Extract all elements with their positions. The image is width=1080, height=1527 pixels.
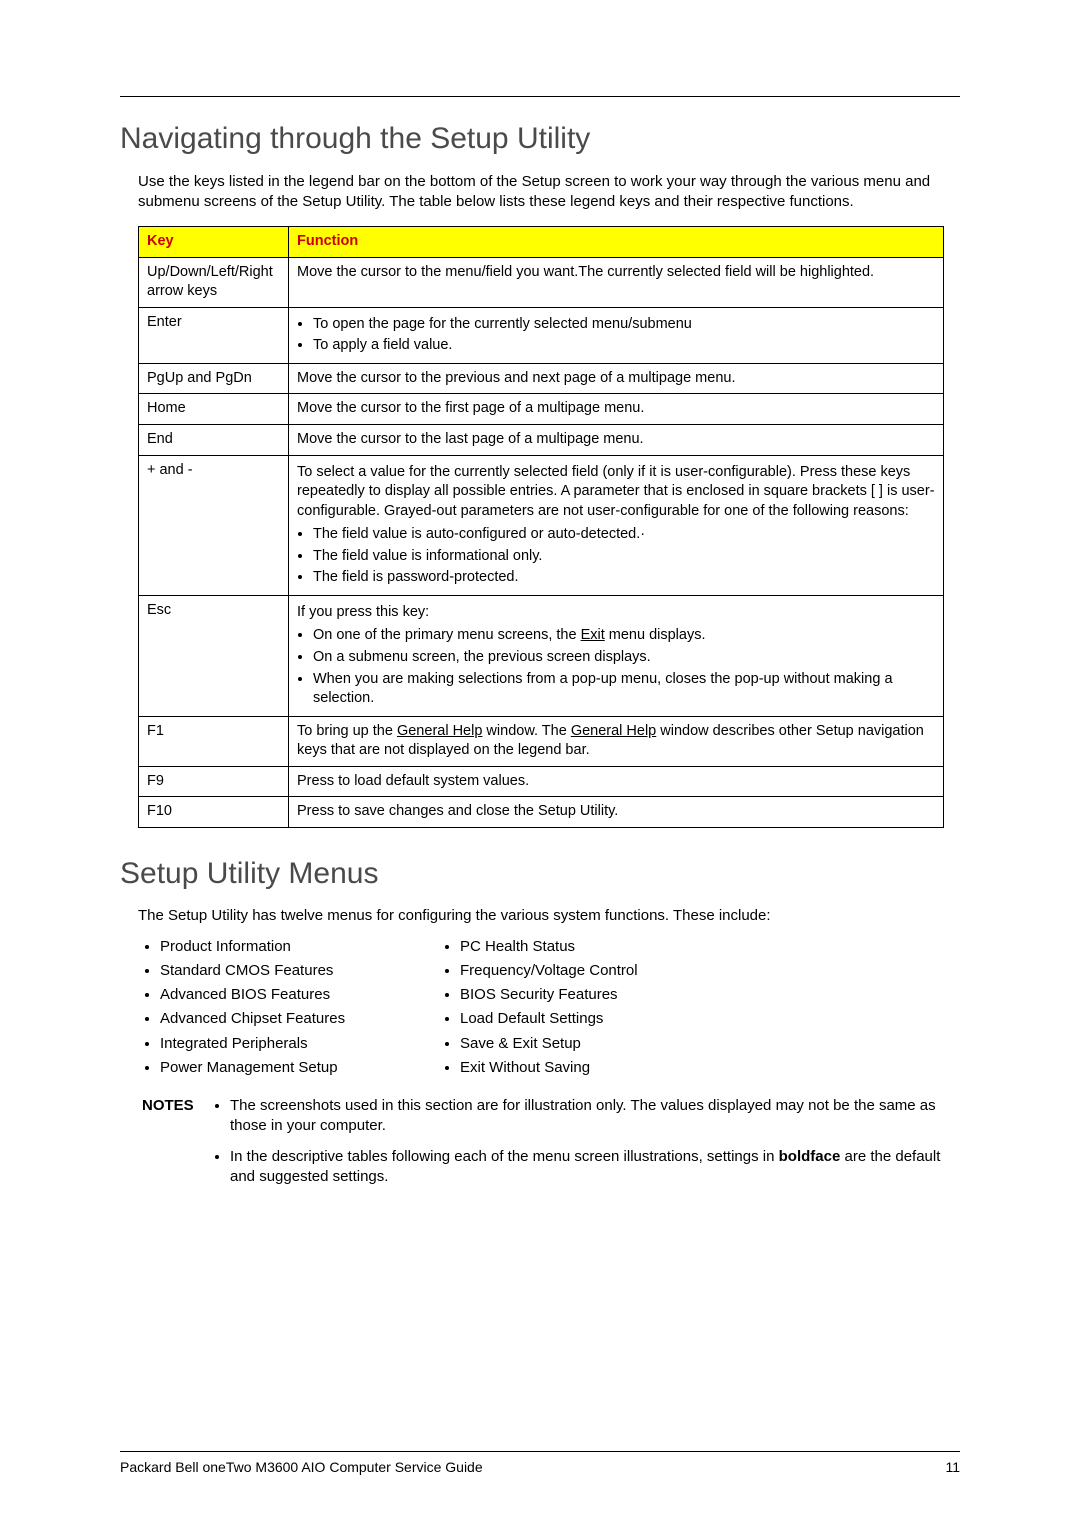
list-item: The field value is auto-configured or au…: [313, 525, 935, 545]
cell-func: To select a value for the currently sele…: [289, 455, 944, 595]
table-row: End Move the cursor to the last page of …: [139, 424, 944, 455]
cell-func: Move the cursor to the previous and next…: [289, 363, 944, 394]
list-item: The field is password-protected.: [313, 568, 935, 588]
th-function: Function: [289, 227, 944, 258]
th-key: Key: [139, 227, 289, 258]
cell-key: F10: [139, 797, 289, 828]
cell-para: To select a value for the currently sele…: [297, 463, 935, 522]
list-item: Product Information: [160, 937, 438, 957]
table-row: F10 Press to save changes and close the …: [139, 797, 944, 828]
underline-exit: Exit: [581, 627, 605, 643]
cell-func: Move the cursor to the first page of a m…: [289, 394, 944, 425]
text: To bring up the: [297, 723, 397, 739]
list-item: On a submenu screen, the previous screen…: [313, 648, 935, 668]
list-item: On one of the primary menu screens, the …: [313, 626, 935, 646]
list-item: Exit Without Saving: [460, 1058, 738, 1078]
list-item: PC Health Status: [460, 937, 738, 957]
footer-title: Packard Bell oneTwo M3600 AIO Computer S…: [120, 1458, 483, 1477]
heading-setup-menus: Setup Utility Menus: [120, 854, 960, 895]
list-item: Load Default Settings: [460, 1009, 738, 1029]
cell-func: Move the cursor to the menu/field you wa…: [289, 257, 944, 307]
cell-func: Press to save changes and close the Setu…: [289, 797, 944, 828]
list-item: The screenshots used in this section are…: [230, 1096, 960, 1137]
list-item: Integrated Peripherals: [160, 1034, 438, 1054]
cell-func: Move the cursor to the last page of a mu…: [289, 424, 944, 455]
list-item: To open the page for the currently selec…: [313, 315, 935, 335]
table-row: F1 To bring up the General Help window. …: [139, 716, 944, 766]
underline-general-help: General Help: [397, 723, 482, 739]
table-row: F9 Press to load default system values.: [139, 766, 944, 797]
cell-key: PgUp and PgDn: [139, 363, 289, 394]
table-row: Enter To open the page for the currently…: [139, 307, 944, 363]
cell-func: If you press this key: On one of the pri…: [289, 595, 944, 716]
underline-general-help: General Help: [571, 723, 656, 739]
page-number: 11: [945, 1458, 960, 1477]
cell-key: F1: [139, 716, 289, 766]
list-item: To apply a field value.: [313, 336, 935, 356]
cell-key: End: [139, 424, 289, 455]
list-item: When you are making selections from a po…: [313, 670, 935, 709]
heading-navigating: Navigating through the Setup Utility: [120, 119, 960, 160]
cell-para: If you press this key:: [297, 603, 935, 623]
list-item: Save & Exit Setup: [460, 1034, 738, 1054]
text: menu displays.: [605, 627, 706, 643]
table-row: + and - To select a value for the curren…: [139, 455, 944, 595]
text: window. The: [482, 723, 570, 739]
page: Navigating through the Setup Utility Use…: [0, 0, 1080, 1527]
notes-label: NOTES: [142, 1096, 214, 1116]
cell-func: To bring up the General Help window. The…: [289, 716, 944, 766]
text: On one of the primary menu screens, the: [313, 627, 581, 643]
bold-boldface: boldface: [779, 1148, 841, 1165]
table-row: Home Move the cursor to the first page o…: [139, 394, 944, 425]
table-row: Esc If you press this key: On one of the…: [139, 595, 944, 716]
cell-key: Up/Down/Left/Right arrow keys: [139, 257, 289, 307]
cell-func: Press to load default system values.: [289, 766, 944, 797]
list-item: BIOS Security Features: [460, 985, 738, 1005]
text: In the descriptive tables following each…: [230, 1148, 779, 1165]
notes-block: NOTES The screenshots used in this secti…: [142, 1096, 960, 1197]
list-item: Standard CMOS Features: [160, 961, 438, 981]
cell-key: Esc: [139, 595, 289, 716]
cell-key: + and -: [139, 455, 289, 595]
intro-text: Use the keys listed in the legend bar on…: [138, 172, 960, 213]
cell-key: Enter: [139, 307, 289, 363]
table-row: Up/Down/Left/Right arrow keys Move the c…: [139, 257, 944, 307]
list-item: Frequency/Voltage Control: [460, 961, 738, 981]
notes-list: The screenshots used in this section are…: [214, 1096, 960, 1197]
list-item: The field value is informational only.: [313, 547, 935, 567]
menus-intro: The Setup Utility has twelve menus for c…: [138, 906, 960, 926]
menus-left-list: Product Information Standard CMOS Featur…: [138, 933, 438, 1083]
key-function-table: Key Function Up/Down/Left/Right arrow ke…: [138, 226, 944, 828]
footer: Packard Bell oneTwo M3600 AIO Computer S…: [120, 1451, 960, 1477]
list-item: Advanced BIOS Features: [160, 985, 438, 1005]
rule-footer: [120, 1451, 960, 1452]
list-item: In the descriptive tables following each…: [230, 1147, 960, 1188]
list-item: Advanced Chipset Features: [160, 1009, 438, 1029]
menus-right-list: PC Health Status Frequency/Voltage Contr…: [438, 933, 738, 1083]
list-item: Power Management Setup: [160, 1058, 438, 1078]
cell-func: To open the page for the currently selec…: [289, 307, 944, 363]
menus-section: The Setup Utility has twelve menus for c…: [138, 906, 960, 1082]
rule-top: [120, 96, 960, 97]
table-row: PgUp and PgDn Move the cursor to the pre…: [139, 363, 944, 394]
cell-key: Home: [139, 394, 289, 425]
cell-key: F9: [139, 766, 289, 797]
